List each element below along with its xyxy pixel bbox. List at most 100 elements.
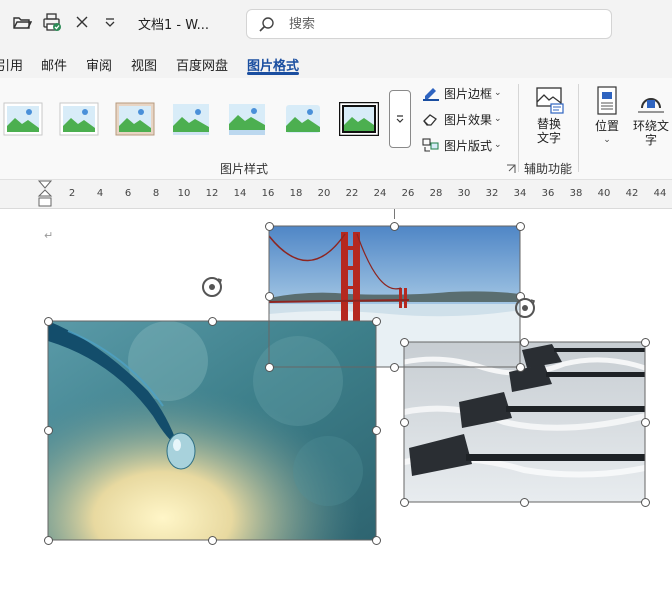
ruler-tick-label: 44 [653,188,667,199]
picture-style-1[interactable] [3,102,43,136]
picture-style-3[interactable] [115,102,155,136]
pencil-icon [423,88,439,101]
tab-baidu-netdisk[interactable]: 百度网盘 [176,55,228,74]
picture-effects-label: 图片效果 [444,112,493,127]
resize-handle[interactable] [390,362,399,372]
selection-frame [268,225,521,368]
customize-qat-icon[interactable] [100,12,120,32]
picture-layout-button[interactable]: 图片版式 ⌄ [422,134,502,156]
search-box[interactable] [246,9,612,39]
alt-text-label-1: 替换 [536,117,561,131]
position-icon [597,86,617,115]
resize-handle[interactable] [264,221,274,231]
chevron-down-icon: ⌄ [494,140,502,150]
wrap-text-label-1: 环绕文 [632,119,669,133]
ruler-tick-label: 8 [152,188,160,199]
picture-border-button[interactable]: 图片边框 ⌄ [422,82,502,104]
ruler-tick-label: 26 [401,188,415,199]
active-tab-indicator [247,72,299,75]
resize-handle[interactable] [640,417,650,427]
resize-handle[interactable] [43,535,53,545]
ruler-tick-label: 22 [345,188,359,199]
resize-handle[interactable] [520,337,529,347]
ruler-tick-label: 24 [373,188,387,199]
ruler-tick-label: 30 [457,188,471,199]
ruler-tick-label: 36 [541,188,555,199]
rotate-handle-icon[interactable] [201,276,223,298]
ruler-tick-label: 18 [289,188,303,199]
resize-handle[interactable] [399,417,409,427]
picture-styles-group-label: 图片样式 [220,162,269,176]
resize-handle[interactable] [515,221,525,231]
horizontal-ruler[interactable]: 2 4 6 8 10 12 14 16 18 20 22 24 26 28 30 32 34 36 38 40 42 44 [0,180,672,209]
tab-view[interactable]: 视图 [131,55,157,74]
ruler-tick-label: 4 [96,188,104,199]
selection-frames [47,225,646,541]
ruler-tick-label: 14 [233,188,247,199]
picture-style-7[interactable] [339,102,379,136]
open-folder-icon[interactable] [12,12,32,32]
group-separator [578,84,579,172]
resize-handle[interactable] [399,497,409,507]
chevron-down-icon: ⌄ [603,135,611,145]
ruler-tick-label: 34 [513,188,527,199]
title-bar: 文档1 - W... [0,0,672,48]
ruler-tick-label: 6 [124,188,132,199]
print-preview-icon[interactable] [42,12,62,32]
picture-style-6[interactable] [283,102,323,136]
resize-handle[interactable] [399,337,409,347]
search-icon [259,17,274,32]
styles-gallery-more-button[interactable] [389,90,411,148]
ruler-tick-label: 40 [597,188,611,199]
group-separator [518,84,519,172]
resize-handle[interactable] [371,535,381,545]
resize-handle[interactable] [43,426,53,435]
picture-border-label: 图片边框 [444,86,493,101]
resize-handle[interactable] [207,535,217,545]
ruler-tick-label: 10 [177,188,191,199]
document-canvas[interactable]: ↵ [0,209,672,596]
resize-handle[interactable] [207,316,217,326]
wrap-text-label-2: 字 [644,133,657,147]
position-button[interactable]: 位置 ⌄ [590,86,624,147]
indent-marker-icon[interactable] [37,180,53,209]
chevron-down-icon [396,115,404,123]
rotate-handle-icon[interactable] [514,297,536,319]
resize-handle[interactable] [371,426,381,435]
selection-frame [403,341,646,503]
resize-handle[interactable] [264,292,274,301]
picture-style-5[interactable] [227,102,267,136]
resize-handle[interactable] [515,362,525,372]
picture-style-4[interactable] [171,102,211,136]
document-title: 文档1 - W... [138,18,209,33]
search-input[interactable] [287,16,591,33]
alt-text-icon [536,87,564,114]
alt-text-label-2: 文字 [536,131,561,145]
resize-handle[interactable] [640,337,650,347]
resize-handle[interactable] [371,316,381,326]
ruler-tick-label: 20 [317,188,331,199]
tab-mailings[interactable]: 邮件 [41,55,67,74]
resize-handle[interactable] [264,362,274,372]
resize-handle[interactable] [43,316,53,326]
picture-layout-label: 图片版式 [444,138,493,153]
ruler-tick-label: 38 [569,188,583,199]
picture-style-2[interactable] [59,102,99,136]
tab-references[interactable]: 引用 [0,55,23,74]
ruler-tick-label: 16 [261,188,275,199]
ribbon: 图片边框 ⌄ 图片效果 ⌄ 图片版式 ⌄ 图片样式 替换 文字 辅助功能 位置 … [0,78,672,180]
ruler-tick-label: 32 [485,188,499,199]
dialog-launcher-icon[interactable] [506,164,516,174]
picture-effects-button[interactable]: 图片效果 ⌄ [422,108,502,130]
tab-review[interactable]: 审阅 [86,55,112,74]
chevron-down-icon: ⌄ [494,114,502,124]
rotate-connector [394,209,395,219]
close-icon[interactable] [72,12,92,32]
wrap-text-icon [638,98,664,113]
alt-text-button[interactable]: 替换 文字 [530,86,568,145]
resize-handle[interactable] [520,497,529,507]
wrap-text-button[interactable]: 环绕文 字 [630,86,672,147]
picture-layout-icon [422,138,439,152]
resize-handle[interactable] [640,497,650,507]
resize-handle[interactable] [390,221,399,231]
